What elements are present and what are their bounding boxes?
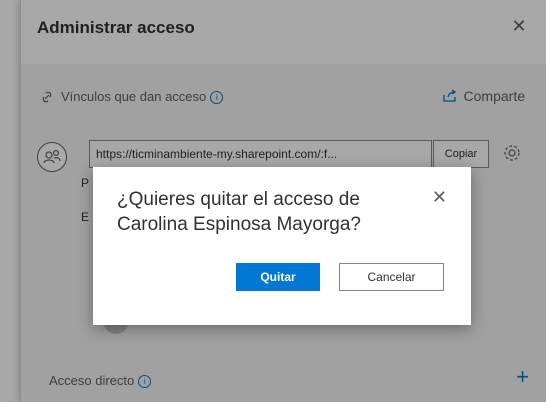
cancel-button[interactable]: Cancelar [339,263,444,291]
remove-access-dialog: ¿Quieres quitar el acceso de Carolina Es… [93,167,471,325]
close-icon[interactable]: ✕ [432,187,447,207]
dialog-title: ¿Quieres quitar el acceso de Carolina Es… [117,189,361,235]
remove-button[interactable]: Quitar [236,263,320,291]
